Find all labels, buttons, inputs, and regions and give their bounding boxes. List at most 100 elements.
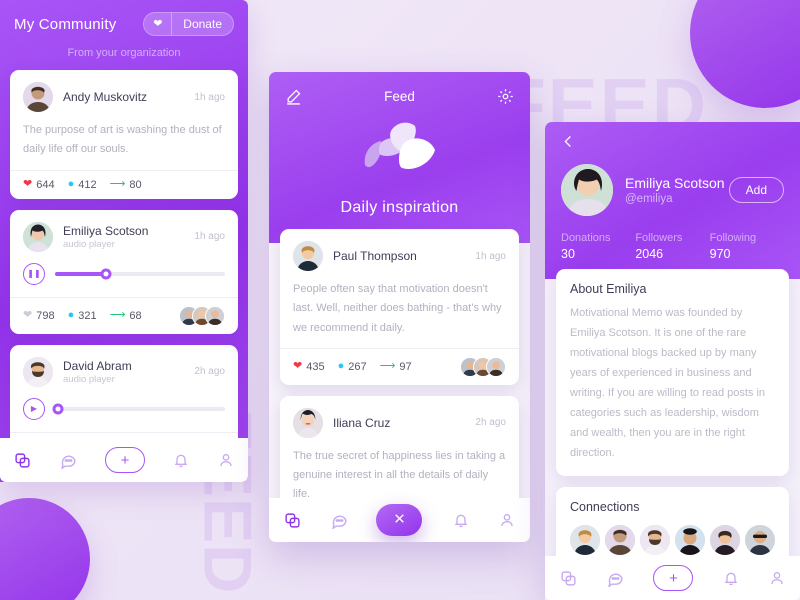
post-author-block: Paul Thompson — [333, 249, 475, 263]
comment-stat[interactable]: ● 321 — [68, 310, 97, 322]
community-header: My Community ❤ Donate — [0, 0, 248, 36]
post-body: The purpose of art is washing the dust o… — [10, 121, 238, 170]
bell-icon[interactable] — [723, 570, 739, 586]
person-icon[interactable] — [499, 512, 515, 528]
profile-name: Emiliya Scotson — [625, 175, 725, 191]
avatar — [293, 241, 323, 271]
plus-icon[interactable]: + — [653, 565, 694, 591]
comment-count: 321 — [78, 309, 97, 322]
feed-tagline: Daily inspiration — [340, 199, 459, 216]
like-stat[interactable]: ❤ 644 — [23, 179, 55, 191]
avatar — [710, 525, 740, 556]
avatar — [605, 525, 635, 556]
post-author: Paul Thompson — [333, 249, 417, 263]
decorative-circle-bottom-left — [0, 498, 90, 600]
layers-icon[interactable] — [14, 452, 31, 469]
comment-stat[interactable]: ● 267 — [338, 361, 367, 373]
comment-count: 412 — [78, 178, 97, 191]
post-author-block: Emiliya Scotson audio player — [63, 224, 194, 250]
post-stats: ❤ 644 ● 412 ⟶ 80 — [10, 169, 238, 199]
audio-progress-track[interactable] — [55, 268, 225, 279]
bottom-navigation: + — [545, 556, 800, 600]
feed-panel: Feed Daily inspiration Paul Thompson 1h … — [269, 72, 530, 542]
like-count: 798 — [36, 309, 55, 322]
audio-progress-knob[interactable] — [100, 268, 112, 279]
post-body: People often say that motivation doesn't… — [280, 280, 519, 348]
chevron-left-icon[interactable] — [561, 134, 784, 152]
plus-icon[interactable]: + — [104, 447, 145, 473]
like-count: 435 — [306, 360, 325, 373]
stat-followers[interactable]: Followers 2046 — [635, 232, 709, 261]
post-header: David Abram audio player 2h ago — [10, 345, 238, 396]
post-author: Andy Muskovitz — [63, 90, 148, 104]
share-icon: ⟶ — [109, 178, 126, 190]
post-text: People often say that motivation doesn't… — [293, 283, 502, 334]
post-timestamp: 1h ago — [194, 231, 225, 242]
stat-value: 30 — [561, 247, 575, 261]
list-item[interactable]: Andy Muskovitz 1h ago The purpose of art… — [10, 70, 238, 199]
play-button[interactable]: ▶ — [23, 397, 45, 420]
comment-count: 267 — [348, 360, 367, 373]
pause-button[interactable]: ❚❚ — [23, 262, 45, 285]
person-icon[interactable] — [769, 570, 785, 586]
close-icon — [393, 512, 406, 528]
stat-following[interactable]: Following 970 — [710, 232, 784, 261]
post-header: Iliana Cruz 2h ago — [280, 396, 519, 447]
community-subtitle: From your organization — [67, 47, 181, 59]
like-stat[interactable]: ❤ 435 — [293, 361, 325, 373]
comment-icon: ● — [67, 178, 75, 190]
post-stats: ❤ 798 ● 321 ⟶ 68 — [10, 296, 238, 334]
post-header: Emiliya Scotson audio player 1h ago — [10, 210, 238, 261]
page-title: My Community — [14, 15, 117, 33]
heart-icon: ❤ — [144, 13, 173, 35]
close-fab-button[interactable] — [376, 504, 422, 536]
share-count: 80 — [129, 178, 142, 191]
stat-donations[interactable]: Donations 30 — [561, 232, 635, 261]
profile-stats: Donations 30 Followers 2046 Following 97… — [561, 232, 784, 261]
post-author: Iliana Cruz — [333, 415, 391, 430]
avatar — [205, 305, 225, 326]
add-button[interactable]: Add — [728, 177, 784, 203]
audio-player[interactable]: ▶ — [10, 396, 238, 432]
connections-title: Connections — [570, 500, 640, 515]
stat-value: 2046 — [635, 247, 664, 261]
heart-icon: ❤ — [23, 178, 33, 190]
avatar — [675, 525, 705, 556]
profile-hero: Emiliya Scotson @emiliya Add Donations 3… — [545, 122, 800, 279]
share-stat[interactable]: ⟶ 97 — [380, 361, 412, 373]
layers-icon[interactable] — [560, 570, 577, 587]
post-header: Paul Thompson 1h ago — [280, 229, 519, 280]
chat-icon[interactable] — [60, 452, 77, 469]
audio-player[interactable]: ❚❚ — [10, 261, 238, 297]
share-stat[interactable]: ⟶ 80 — [110, 179, 142, 191]
heart-icon: ❤ — [23, 309, 33, 321]
person-icon[interactable] — [218, 452, 234, 468]
chat-icon[interactable] — [331, 512, 348, 529]
audio-progress-knob[interactable] — [52, 403, 64, 414]
post-stats: ❤ 435 ● 267 ⟶ 97 — [280, 347, 519, 385]
donate-button[interactable]: ❤ Donate — [143, 12, 234, 36]
pencil-icon[interactable] — [285, 88, 302, 105]
audio-progress-track[interactable] — [52, 403, 225, 414]
profile-name-block: Emiliya Scotson @emiliya — [625, 175, 729, 205]
post-header: Andy Muskovitz 1h ago — [10, 70, 238, 121]
chat-icon[interactable] — [607, 570, 624, 587]
bell-icon[interactable] — [453, 512, 469, 528]
share-icon: ⟶ — [109, 309, 126, 321]
gear-icon[interactable] — [497, 88, 514, 105]
post-role: audio player — [63, 238, 115, 250]
comment-stat[interactable]: ● 412 — [68, 179, 97, 191]
participant-avatars — [460, 356, 506, 377]
layers-icon[interactable] — [284, 512, 301, 529]
post-timestamp: 1h ago — [475, 250, 506, 262]
avatar — [293, 407, 323, 438]
list-item[interactable]: Emiliya Scotson audio player 1h ago ❚❚ ❤… — [10, 209, 238, 334]
post-role: audio player — [63, 373, 115, 385]
bell-icon[interactable] — [173, 452, 189, 468]
list-item[interactable]: Paul Thompson 1h ago People often say th… — [280, 229, 519, 385]
like-stat[interactable]: ❤ 798 — [23, 310, 55, 322]
avatar — [23, 356, 53, 387]
avatar — [570, 525, 600, 556]
avatar — [561, 164, 613, 216]
share-stat[interactable]: ⟶ 68 — [110, 310, 142, 322]
